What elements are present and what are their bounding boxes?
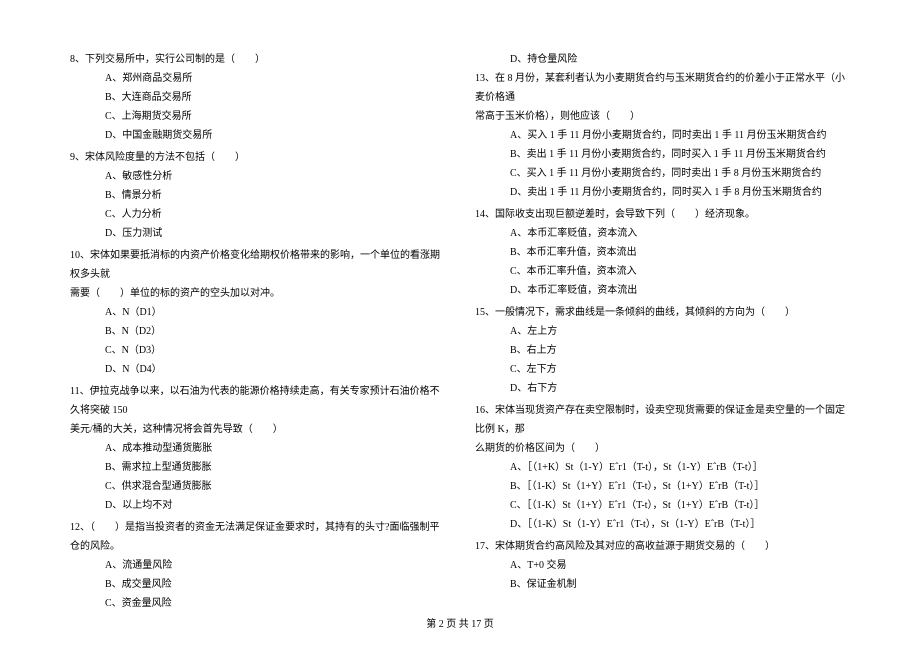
- option-b: B、右上方: [475, 341, 850, 360]
- option-a: A、郑州商品交易所: [70, 69, 445, 88]
- question-14: 14、国际收支出现巨额逆差时，会导致下列（ ）经济现象。 A、本币汇率贬值，资本…: [475, 205, 850, 300]
- option-b: B、卖出 1 手 11 月份小麦期货合约，同时买入 1 手 11 月份玉米期货合…: [475, 145, 850, 164]
- option-d: D、本币汇率贬值，资本流出: [475, 281, 850, 300]
- option-c: C、资金量风险: [70, 594, 445, 613]
- question-12: 12、（ ）是指当投资者的资金无法满足保证金要求时，其持有的头寸?面临强制平仓的…: [70, 518, 445, 613]
- option-d: D、N（D4）: [70, 360, 445, 379]
- question-text-line1: 16、宋体当现货资产存在卖空限制时，设卖空现货需要的保证金是卖空量的一个固定比例…: [475, 401, 850, 439]
- question-text-line2: 常高于玉米价格），则他应该（ ）: [475, 107, 850, 126]
- question-16: 16、宋体当现货资产存在卖空限制时，设卖空现货需要的保证金是卖空量的一个固定比例…: [475, 401, 850, 534]
- question-17: 17、宋体期货合约高风险及其对应的高收益源于期货交易的（ ） A、T+0 交易 …: [475, 537, 850, 594]
- question-text-line1: 11、伊拉克战争以来，以石油为代表的能源价格持续走高，有关专家预计石油价格不久将…: [70, 382, 445, 420]
- option-d: D、中国金融期货交易所: [70, 126, 445, 145]
- question-text: 14、国际收支出现巨额逆差时，会导致下列（ ）经济现象。: [475, 205, 850, 224]
- page-footer: 第 2 页 共 17 页: [0, 615, 920, 630]
- option-a: A、流通量风险: [70, 556, 445, 575]
- option-a: A、N（D1）: [70, 303, 445, 322]
- option-a: A、T+0 交易: [475, 556, 850, 575]
- option-d: D、右下方: [475, 379, 850, 398]
- question-9: 9、宋体风险度量的方法不包括（ ） A、敏感性分析 B、情景分析 C、人力分析 …: [70, 148, 445, 243]
- option-c: C、人力分析: [70, 205, 445, 224]
- question-text-line2: 么期货的价格区间为（ ）: [475, 439, 850, 458]
- question-8: 8、下列交易所中，实行公司制的是（ ） A、郑州商品交易所 B、大连商品交易所 …: [70, 50, 445, 145]
- left-column: 8、下列交易所中，实行公司制的是（ ） A、郑州商品交易所 B、大连商品交易所 …: [70, 50, 445, 616]
- option-b: B、保证金机制: [475, 575, 850, 594]
- question-15: 15、一般情况下，需求曲线是一条倾斜的曲线，其倾斜的方向为（ ） A、左上方 B…: [475, 303, 850, 398]
- option-a: A、成本推动型通货膨胀: [70, 439, 445, 458]
- question-text-line2: 美元/桶的大关，这种情况将会首先导致（ ）: [70, 420, 445, 439]
- question-13: 13、在 8 月份，某套利者认为小麦期货合约与玉米期货合约的价差小于正常水平（小…: [475, 69, 850, 202]
- option-c: C、［（1-K）St（1+Y）Eˆr1（T-t），St（1+Y）EˆrB（T-t…: [475, 496, 850, 515]
- question-text-line1: 13、在 8 月份，某套利者认为小麦期货合约与玉米期货合约的价差小于正常水平（小…: [475, 69, 850, 107]
- document-content: 8、下列交易所中，实行公司制的是（ ） A、郑州商品交易所 B、大连商品交易所 …: [70, 50, 850, 616]
- option-a: A、敏感性分析: [70, 167, 445, 186]
- option-d: D、［（1-K）St（1-Y）Eˆr1（T-t），St（1-Y）EˆrB（T-t…: [475, 515, 850, 534]
- option-a: A、左上方: [475, 322, 850, 341]
- option-d: D、卖出 1 手 11 月份小麦期货合约，同时买入 1 手 8 月份玉米期货合约: [475, 183, 850, 202]
- option-c: C、N（D3）: [70, 341, 445, 360]
- option-b: B、［（1-K）St（1+Y）Eˆr1（T-t），St（1+Y）EˆrB（T-t…: [475, 477, 850, 496]
- option-a: A、［（1+K）St（1-Y）Eˆr1（T-t），St（1-Y）EˆrB（T-t…: [475, 458, 850, 477]
- question-text-line1: 10、宋体如果要抵消标的内资产价格变化给期权价格带来的影响，一个单位的看涨期权多…: [70, 246, 445, 284]
- option-b: B、成交量风险: [70, 575, 445, 594]
- option-b: B、情景分析: [70, 186, 445, 205]
- question-text: 15、一般情况下，需求曲线是一条倾斜的曲线，其倾斜的方向为（ ）: [475, 303, 850, 322]
- question-11: 11、伊拉克战争以来，以石油为代表的能源价格持续走高，有关专家预计石油价格不久将…: [70, 382, 445, 515]
- question-10: 10、宋体如果要抵消标的内资产价格变化给期权价格带来的影响，一个单位的看涨期权多…: [70, 246, 445, 379]
- option-b: B、本币汇率升值，资本流出: [475, 243, 850, 262]
- option-b: B、N（D2）: [70, 322, 445, 341]
- option-c: C、左下方: [475, 360, 850, 379]
- option-b: B、需求拉上型通货膨胀: [70, 458, 445, 477]
- option-c: C、上海期货交易所: [70, 107, 445, 126]
- option-d: D、压力测试: [70, 224, 445, 243]
- question-text: 17、宋体期货合约高风险及其对应的高收益源于期货交易的（ ）: [475, 537, 850, 556]
- option-c: C、供求混合型通货膨胀: [70, 477, 445, 496]
- question-text: 8、下列交易所中，实行公司制的是（ ）: [70, 50, 445, 69]
- option-d: D、以上均不对: [70, 496, 445, 515]
- option-d-q12: D、持仓量风险: [475, 50, 850, 69]
- option-b: B、大连商品交易所: [70, 88, 445, 107]
- option-a: A、买入 1 手 11 月份小麦期货合约，同时卖出 1 手 11 月份玉米期货合…: [475, 126, 850, 145]
- option-c: C、买入 1 手 11 月份小麦期货合约，同时卖出 1 手 8 月份玉米期货合约: [475, 164, 850, 183]
- question-text: 12、（ ）是指当投资者的资金无法满足保证金要求时，其持有的头寸?面临强制平仓的…: [70, 518, 445, 556]
- question-text: 9、宋体风险度量的方法不包括（ ）: [70, 148, 445, 167]
- option-a: A、本币汇率贬值，资本流入: [475, 224, 850, 243]
- option-c: C、本币汇率升值，资本流入: [475, 262, 850, 281]
- right-column: D、持仓量风险 13、在 8 月份，某套利者认为小麦期货合约与玉米期货合约的价差…: [475, 50, 850, 616]
- question-text-line2: 需要（ ）单位的标的资产的空头加以对冲。: [70, 284, 445, 303]
